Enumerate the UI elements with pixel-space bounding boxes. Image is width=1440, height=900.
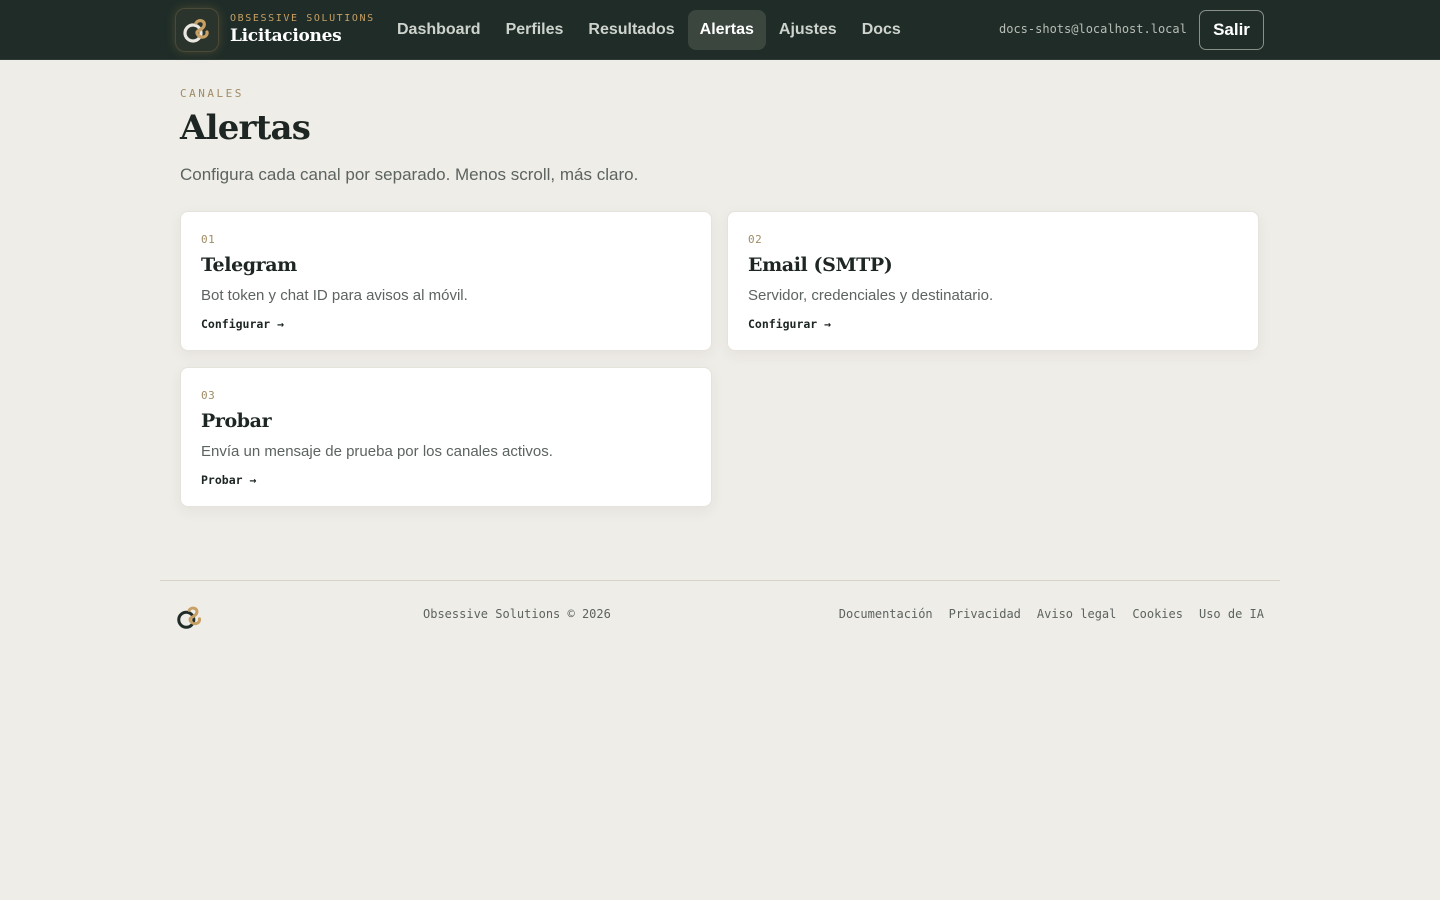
footer-link-privacidad[interactable]: Privacidad (949, 607, 1021, 621)
nav-item-resultados[interactable]: Resultados (576, 10, 686, 50)
brand-title: Licitaciones (230, 26, 342, 46)
card-description: Envía un mensaje de prueba por los canal… (201, 443, 553, 460)
footer-link-uso-de-ia[interactable]: Uso de IA (1199, 607, 1264, 621)
nav-item-docs[interactable]: Docs (850, 10, 913, 50)
logout-button[interactable]: Salir (1199, 10, 1264, 50)
card-number: 03 (201, 389, 216, 402)
configure-telegram-link[interactable]: Configurar → (201, 317, 284, 331)
section-kicker: CANALES (180, 87, 244, 100)
test-channels-link[interactable]: Probar → (201, 473, 256, 487)
footer-link-aviso-legal[interactable]: Aviso legal (1037, 607, 1116, 621)
nav-item-perfiles[interactable]: Perfiles (494, 10, 576, 50)
card-description: Bot token y chat ID para avisos al móvil… (201, 287, 468, 304)
card-number: 02 (748, 233, 763, 246)
brand-kicker: OBSESSIVE SOLUTIONS (230, 13, 375, 24)
page-subtitle: Configura cada canal por separado. Menos… (180, 165, 639, 184)
card-description: Servidor, credenciales y destinatario. (748, 287, 994, 304)
brand-logo-icon (175, 8, 219, 52)
card-title: Telegram (201, 254, 297, 276)
footer-copyright: Obsessive Solutions © 2026 (423, 607, 611, 621)
user-email: docs-shots@localhost.local (999, 22, 1187, 36)
page-title: Alertas (180, 108, 311, 148)
brand-home-link[interactable]: OBSESSIVE SOLUTIONS Licitaciones (175, 8, 375, 52)
nav-item-dashboard[interactable]: Dashboard (385, 10, 493, 50)
footer-logo-icon (175, 600, 207, 632)
footer-link-documentacion[interactable]: Documentación (839, 607, 933, 621)
footer-divider (160, 580, 1280, 581)
nav-item-alertas[interactable]: Alertas (687, 10, 766, 50)
brand-text: OBSESSIVE SOLUTIONS Licitaciones (230, 13, 375, 47)
nav-item-ajustes[interactable]: Ajustes (767, 10, 849, 50)
footer-links: Documentación Privacidad Aviso legal Coo… (839, 607, 1264, 621)
footer-link-cookies[interactable]: Cookies (1132, 607, 1183, 621)
top-navigation-bar: OBSESSIVE SOLUTIONS Licitaciones Dashboa… (0, 0, 1440, 60)
channel-card-telegram: 01 Telegram Bot token y chat ID para avi… (180, 211, 712, 351)
configure-email-link[interactable]: Configurar → (748, 317, 831, 331)
card-number: 01 (201, 233, 216, 246)
card-title: Probar (201, 410, 272, 432)
channel-card-test: 03 Probar Envía un mensaje de prueba por… (180, 367, 712, 507)
channel-card-email: 02 Email (SMTP) Servidor, credenciales y… (727, 211, 1259, 351)
main-nav: Dashboard Perfiles Resultados Alertas Aj… (385, 10, 913, 50)
card-title: Email (SMTP) (748, 254, 893, 276)
